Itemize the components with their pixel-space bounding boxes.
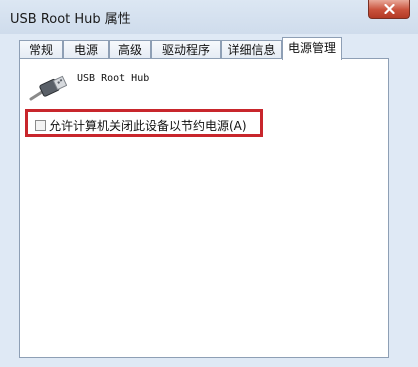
tab-driver[interactable]: 驱动程序: [151, 40, 221, 59]
close-icon: [384, 4, 395, 14]
window-title: USB Root Hub 属性: [10, 12, 131, 27]
title-bar: USB Root Hub 属性: [0, 0, 418, 34]
power-management-panel: USB Root Hub 允许计算机关闭此设备以节约电源(A) 允许此设备唤醒计…: [19, 58, 389, 358]
device-name: USB Root Hub: [77, 73, 150, 84]
tab-driver-label: 驱动程序: [161, 43, 210, 57]
tab-details[interactable]: 详细信息: [221, 40, 282, 59]
close-button[interactable]: [368, 0, 410, 19]
tab-power-label: 电源: [73, 43, 98, 57]
tab-advanced[interactable]: 高级: [109, 40, 151, 59]
tab-power[interactable]: 电源: [63, 40, 109, 59]
tab-power-management-label: 电源管理: [287, 41, 336, 55]
tab-power-management[interactable]: 电源管理: [282, 37, 342, 60]
tab-general[interactable]: 常规: [19, 40, 63, 59]
usb-plug-icon: [29, 75, 67, 101]
highlight-box: [25, 109, 263, 137]
tab-general-label: 常规: [28, 43, 53, 57]
allow-wake-checkbox: [35, 139, 46, 150]
tab-details-label: 详细信息: [227, 43, 276, 57]
allow-wake-label: 允许此设备唤醒计算机(O): [49, 138, 188, 152]
tab-advanced-label: 高级: [117, 43, 142, 57]
